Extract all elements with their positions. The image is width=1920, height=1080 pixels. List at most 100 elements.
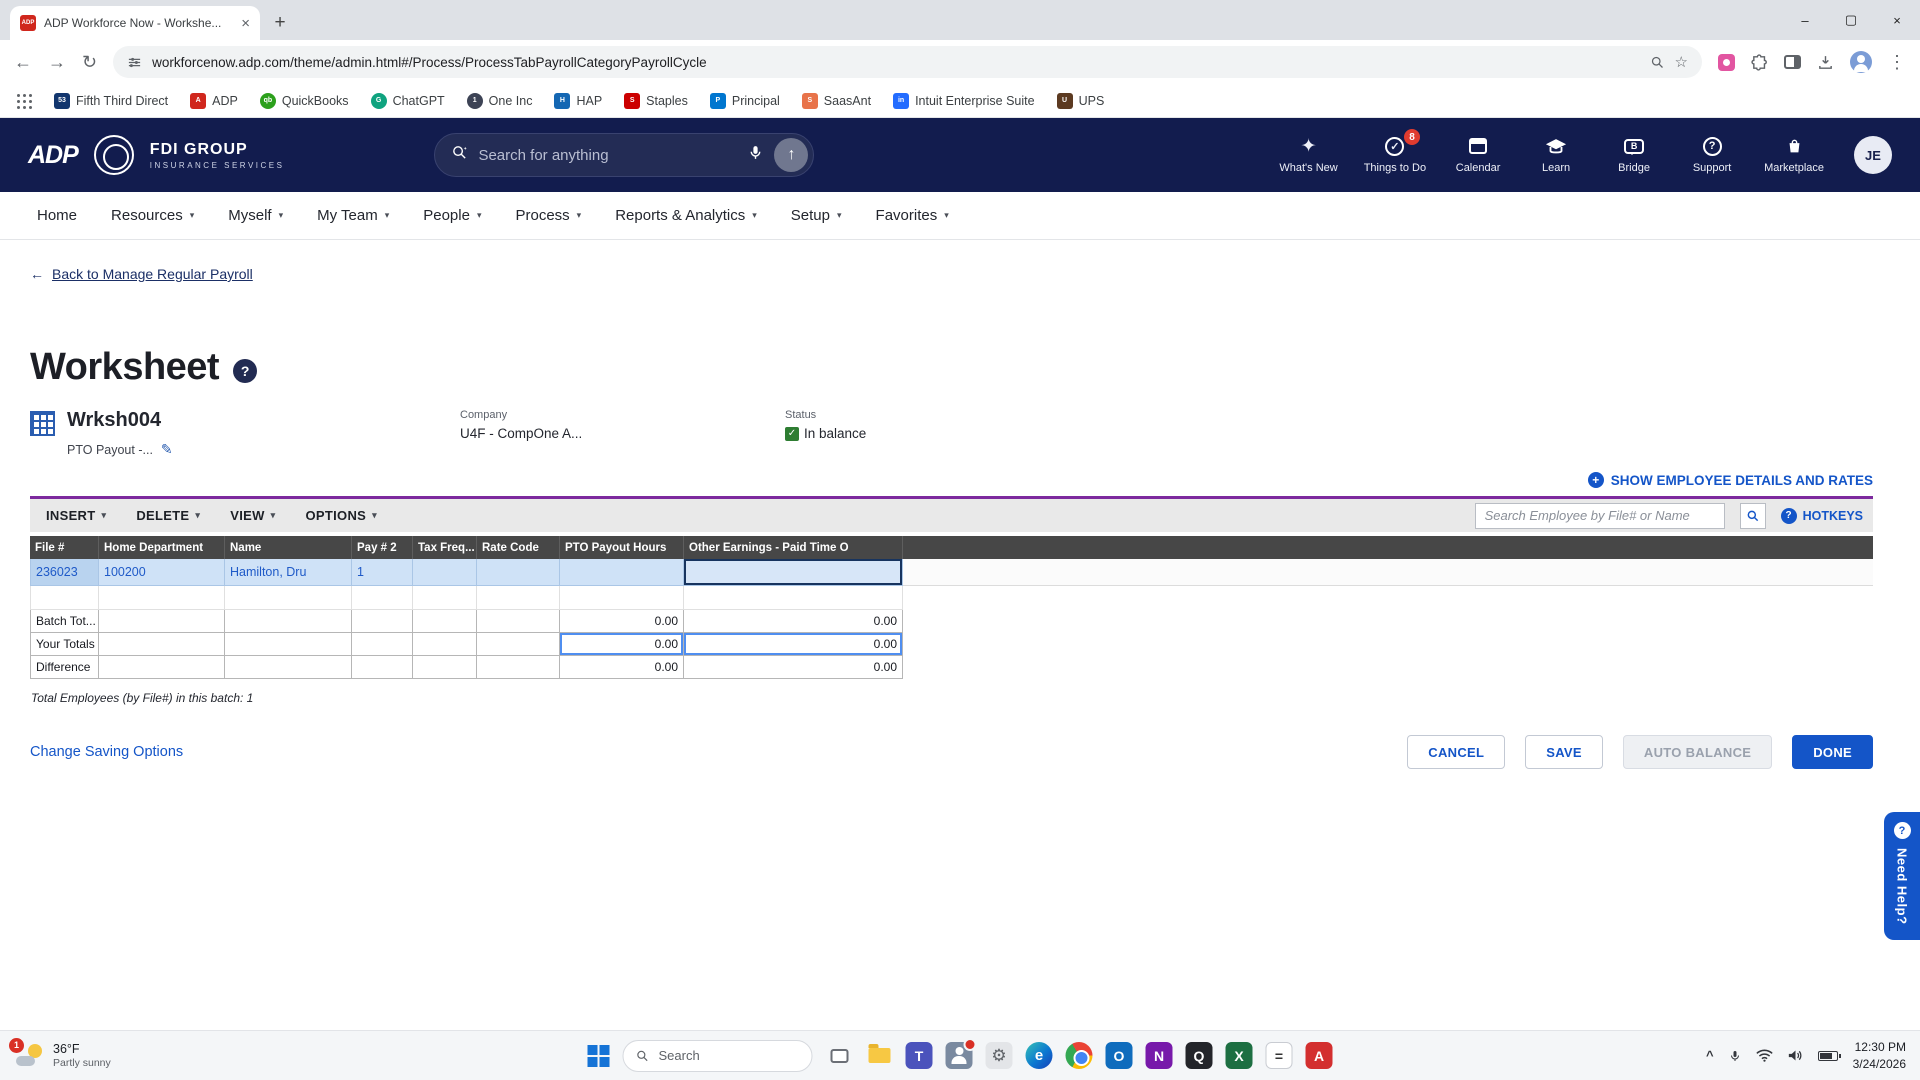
back-icon[interactable]: ← (14, 52, 32, 73)
empty-cell[interactable] (30, 586, 99, 610)
extensions-puzzle-icon[interactable] (1751, 53, 1768, 71)
settings-icon[interactable]: ⚙ (985, 1042, 1013, 1069)
nav-setup[interactable]: Setup ▾ (774, 192, 859, 239)
nav-my-team[interactable]: My Team ▾ (300, 192, 406, 239)
acrobat-icon[interactable]: A (1305, 1042, 1333, 1069)
nav-resources[interactable]: Resources ▾ (94, 192, 211, 239)
delete-menu[interactable]: DELETE ▾ (136, 508, 200, 523)
cell-name[interactable]: Hamilton, Dru (225, 559, 352, 586)
empty-cell[interactable] (477, 586, 560, 610)
start-button[interactable] (587, 1044, 610, 1067)
employee-search-button[interactable] (1739, 502, 1766, 529)
volume-icon[interactable] (1788, 1049, 1803, 1062)
excel-icon[interactable]: X (1225, 1042, 1253, 1069)
cell-pto-payout-hours[interactable] (560, 559, 684, 586)
support-button[interactable]: Support (1686, 136, 1738, 174)
empty-cell[interactable] (225, 586, 352, 610)
window-minimize-button[interactable]: – (1782, 0, 1828, 40)
nav-process[interactable]: Process ▾ (498, 192, 598, 239)
url-field[interactable]: workforcenow.adp.com/theme/admin.html#/P… (113, 46, 1702, 78)
global-search-bar[interactable]: ↑ (434, 133, 815, 177)
bookmark-intuit[interactable]: in Intuit Enterprise Suite (893, 92, 1035, 109)
extension-pink-icon[interactable] (1718, 53, 1735, 71)
apps-grid-icon[interactable] (16, 93, 32, 109)
need-help-tab[interactable]: ? Need Help? (1884, 812, 1920, 940)
tab-close-icon[interactable]: × (241, 15, 250, 32)
save-button[interactable]: SAVE (1525, 735, 1603, 769)
bookmark-ups[interactable]: U UPS (1056, 92, 1104, 109)
bookmark-adp[interactable]: A ADP (190, 92, 238, 109)
bridge-button[interactable]: Bridge (1608, 136, 1660, 174)
employee-search-input[interactable] (1474, 502, 1725, 529)
bookmark-staples[interactable]: S Staples (624, 92, 688, 109)
chrome-icon[interactable] (1065, 1042, 1093, 1069)
cell-other-earnings-selected[interactable] (684, 559, 903, 586)
view-menu[interactable]: VIEW ▾ (230, 508, 275, 523)
window-close-button[interactable]: × (1874, 0, 1920, 40)
marketplace-button[interactable]: Marketplace (1764, 136, 1824, 174)
change-saving-options-link[interactable]: Change Saving Options (30, 744, 183, 760)
cancel-button[interactable]: CANCEL (1407, 735, 1506, 769)
quickbooks-icon[interactable]: Q (1185, 1042, 1213, 1069)
global-search-input[interactable] (478, 146, 738, 164)
browser-profile-avatar[interactable] (1850, 51, 1872, 73)
forward-icon[interactable]: → (48, 52, 66, 73)
show-employee-details-link[interactable]: + SHOW EMPLOYEE DETAILS AND RATES (0, 472, 1873, 488)
things-to-do-button[interactable]: 8 ✓ Things to Do (1364, 129, 1426, 174)
browser-menu-icon[interactable]: ⋮ (1888, 52, 1906, 73)
microphone-icon[interactable] (747, 144, 764, 166)
back-to-payroll-link[interactable]: ← Back to Manage Regular Payroll (30, 266, 253, 282)
learn-button[interactable]: Learn (1530, 136, 1582, 174)
taskbar-search[interactable]: Search (622, 1039, 813, 1072)
bookmark-saasant[interactable]: S SaasAnt (801, 92, 871, 109)
calculator-icon[interactable]: = (1265, 1042, 1293, 1069)
nav-reports-analytics[interactable]: Reports & Analytics ▾ (598, 192, 774, 239)
tune-icon[interactable] (127, 55, 142, 70)
wifi-icon[interactable] (1755, 1049, 1773, 1062)
empty-cell[interactable] (560, 586, 684, 610)
cell-tax-freq[interactable] (413, 559, 477, 586)
calendar-button[interactable]: Calendar (1452, 136, 1504, 174)
your-total-pto-hours[interactable]: 0.00 (560, 633, 684, 656)
bookmark-hap[interactable]: H HAP (554, 92, 602, 109)
weather-widget[interactable]: 1 36°F Partly sunny (9, 1037, 244, 1069)
edit-pencil-icon[interactable]: ✎ (161, 441, 173, 458)
cell-file-number[interactable]: 236023 (30, 559, 99, 586)
whats-new-button[interactable]: ✦ What's New (1279, 136, 1337, 175)
bookmark-fifth-third[interactable]: 53 Fifth Third Direct (54, 92, 168, 109)
bookmark-chatgpt[interactable]: G ChatGPT (370, 92, 445, 109)
brand-logo-area[interactable]: ADP FDI GROUP INSURANCE SERVICES (28, 135, 284, 175)
bookmark-principal[interactable]: P Principal (709, 92, 780, 109)
file-explorer-icon[interactable] (866, 1042, 893, 1069)
browser-tab[interactable]: ADP ADP Workforce Now - Workshe... × (10, 6, 260, 40)
cell-pay-2[interactable]: 1 (352, 559, 413, 586)
teams-icon[interactable]: T (905, 1042, 933, 1069)
empty-cell[interactable] (352, 586, 413, 610)
user-avatar[interactable]: JE (1854, 136, 1892, 174)
microphone-tray-icon[interactable] (1729, 1049, 1741, 1063)
done-button[interactable]: DONE (1792, 735, 1873, 769)
contacts-icon[interactable] (945, 1038, 977, 1069)
reload-icon[interactable]: ↻ (82, 52, 97, 73)
url-text[interactable]: workforcenow.adp.com/theme/admin.html#/P… (152, 55, 1639, 70)
your-total-other-earnings[interactable]: 0.00 (684, 633, 903, 656)
nav-myself[interactable]: Myself ▾ (211, 192, 300, 239)
new-tab-button[interactable]: + (266, 9, 294, 37)
insert-menu[interactable]: INSERT ▾ (46, 508, 106, 523)
tray-chevron-icon[interactable]: ^ (1706, 1048, 1714, 1063)
bookmark-one-inc[interactable]: 1 One Inc (466, 92, 532, 109)
window-maximize-button[interactable]: ▢ (1828, 0, 1874, 40)
cell-rate-code[interactable] (477, 559, 560, 586)
lens-search-icon[interactable] (1650, 55, 1665, 70)
downloads-icon[interactable] (1817, 54, 1834, 71)
nav-favorites[interactable]: Favorites ▾ (859, 192, 966, 239)
worksheet-help-icon[interactable]: ? (233, 358, 258, 383)
outlook-icon[interactable]: O (1105, 1042, 1133, 1069)
search-submit-button[interactable]: ↑ (774, 138, 809, 172)
taskbar-clock[interactable]: 12:30 PM 3/24/2026 (1853, 1039, 1906, 1071)
nav-people[interactable]: People ▾ (406, 192, 498, 239)
onenote-icon[interactable]: N (1145, 1042, 1173, 1069)
bookmark-star-icon[interactable]: ☆ (1675, 53, 1688, 71)
side-panel-icon[interactable] (1784, 55, 1801, 69)
battery-icon[interactable] (1817, 1050, 1841, 1061)
